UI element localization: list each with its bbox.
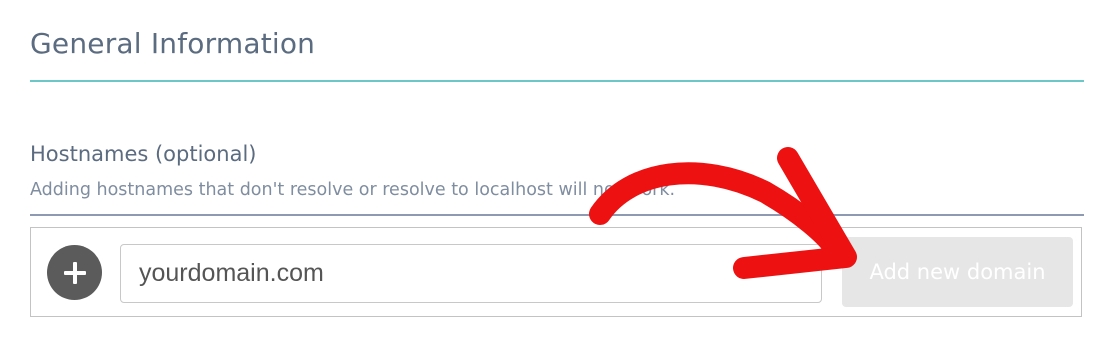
section-divider (30, 80, 1084, 82)
general-information-page: General Information Hostnames (optional)… (0, 0, 1116, 356)
section-title: General Information (30, 27, 316, 60)
hostnames-divider (30, 214, 1084, 216)
plus-circle-icon[interactable] (47, 245, 102, 300)
add-new-domain-button[interactable]: Add new domain (842, 237, 1073, 307)
domain-input[interactable] (120, 244, 822, 303)
hostnames-help-text: Adding hostnames that don't resolve or r… (30, 180, 676, 200)
hostnames-label: Hostnames (optional) (30, 142, 257, 166)
plus-glyph (63, 261, 86, 284)
